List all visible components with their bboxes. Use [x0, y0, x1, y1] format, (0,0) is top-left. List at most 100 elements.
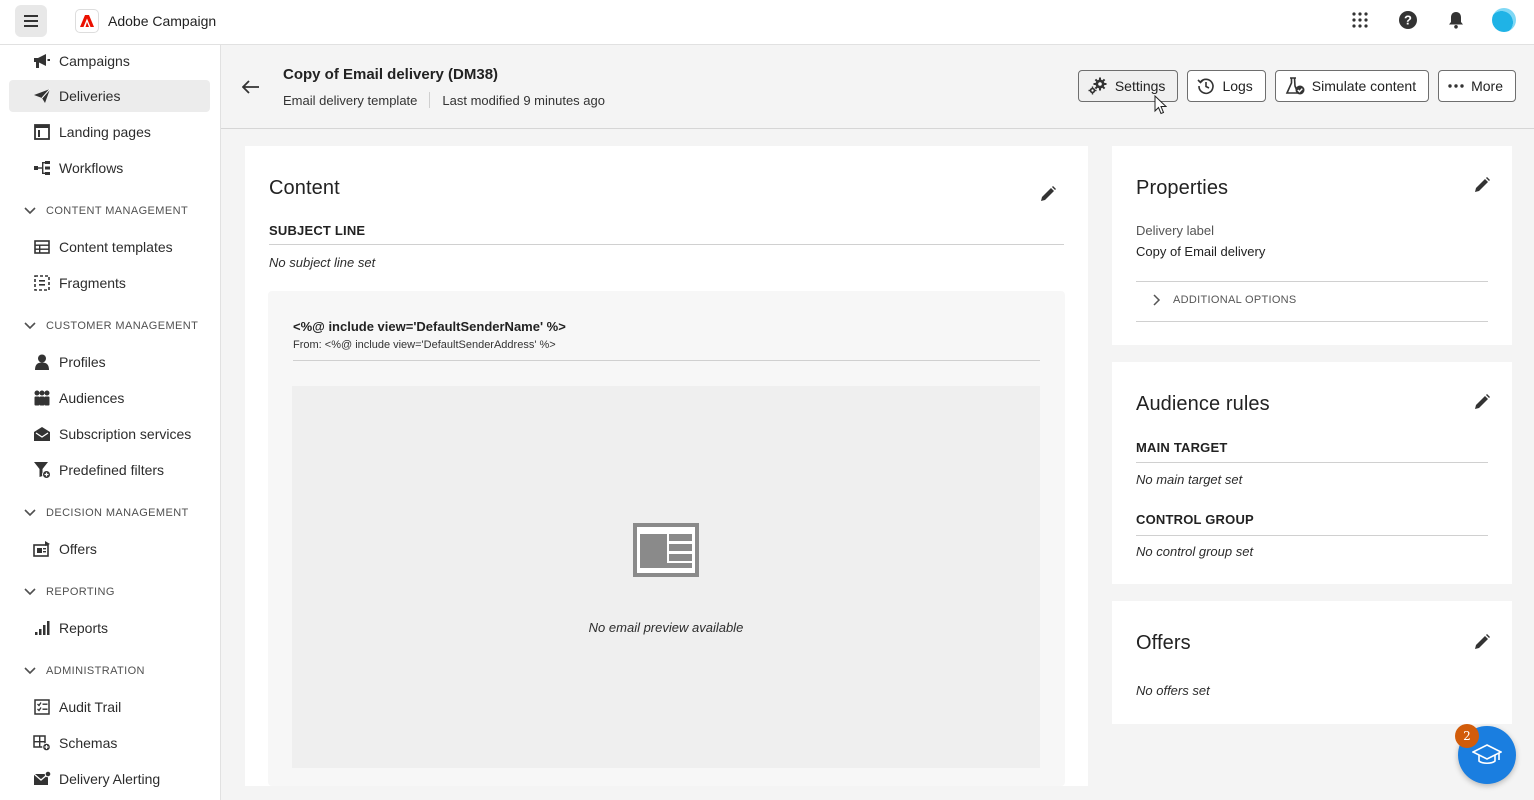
sidebar-item-workflows[interactable]: Workflows: [9, 152, 210, 184]
template-type-label: Email delivery template: [283, 92, 418, 108]
sender-from: From: <%@ include view='DefaultSenderAdd…: [293, 339, 556, 351]
control-group-value: No control group set: [1136, 544, 1254, 559]
delivery-label-caption: Delivery label: [1136, 223, 1215, 238]
sidebar-item-label: Audiences: [59, 390, 125, 406]
section-content-management[interactable]: CONTENT MANAGEMENT: [24, 202, 188, 220]
sidebar-item-label: Predefined filters: [59, 462, 165, 478]
hamburger-icon: [24, 15, 38, 27]
sidebar-item-label: Content templates: [59, 239, 173, 255]
subject-line-value: No subject line set: [269, 255, 376, 270]
chevron-down-icon: [24, 509, 36, 517]
audience-rules-card-title: Audience rules: [1136, 393, 1270, 415]
sidebar-item-label: Schemas: [59, 735, 118, 751]
beaker-check-icon: [1285, 77, 1305, 95]
arrow-left-icon: [242, 80, 259, 94]
sidebar-item-delivery-alerting[interactable]: Delivery Alerting: [9, 763, 210, 795]
divider: [1136, 321, 1488, 322]
app-switcher-icon[interactable]: [1348, 8, 1372, 32]
sidebar-item-predefined-filters[interactable]: Predefined filters: [9, 454, 210, 486]
page-header: Copy of Email delivery (DM38) Email deli…: [221, 45, 1534, 129]
properties-card-title: Properties: [1136, 177, 1229, 199]
chevron-down-icon: [24, 322, 36, 330]
more-icon: [1448, 84, 1464, 88]
chevron-right-icon: [1153, 294, 1161, 306]
hamburger-menu-button[interactable]: [15, 5, 47, 37]
sidebar-item-label: Offers: [59, 541, 97, 557]
section-administration[interactable]: ADMINISTRATION: [24, 662, 145, 680]
sidebar-item-campaigns[interactable]: Campaigns: [9, 45, 210, 77]
offers-value: No offers set: [1136, 683, 1210, 698]
last-modified-label: Last modified 9 minutes ago: [442, 92, 605, 108]
user-avatar[interactable]: [1492, 8, 1516, 32]
sidebar-item-label: Audit Trail: [59, 699, 122, 715]
chevron-down-icon: [24, 588, 36, 596]
schema-icon: [32, 733, 52, 753]
sidebar-item-label: Subscription services: [59, 426, 192, 442]
sidebar-nav: Campaigns Deliveries Landing pages Workf…: [0, 45, 221, 800]
sidebar-item-fragments[interactable]: Fragments: [9, 267, 210, 299]
adobe-logo-icon: [75, 9, 99, 33]
section-decision-management[interactable]: DECISION MANAGEMENT: [24, 504, 189, 522]
notification-bell-icon[interactable]: [1444, 8, 1468, 32]
sidebar-item-label: Fragments: [59, 275, 126, 291]
sidebar-item-deliveries[interactable]: Deliveries: [9, 80, 210, 112]
divider: [1136, 281, 1488, 282]
sidebar-item-label: Deliveries: [59, 88, 121, 104]
help-icon[interactable]: ?: [1396, 8, 1420, 32]
sidebar-item-offers[interactable]: Offers: [9, 533, 210, 565]
back-button[interactable]: [239, 75, 263, 99]
app-brand[interactable]: Adobe Campaign: [75, 9, 216, 33]
gear-icon: [1088, 77, 1107, 95]
header-actions: Settings Logs Simulate content More: [1077, 70, 1516, 102]
more-button[interactable]: More: [1438, 70, 1516, 102]
alert-mail-icon: [32, 769, 52, 789]
mouse-cursor-icon: [1154, 95, 1167, 115]
edit-audience-pencil-icon[interactable]: [1473, 393, 1491, 411]
user-icon: [32, 352, 52, 372]
template-icon: [32, 237, 52, 257]
sidebar-item-label: Reports: [59, 620, 109, 636]
main-target-label: MAIN TARGET: [1136, 440, 1228, 455]
additional-options-toggle[interactable]: ADDITIONAL OPTIONS: [1136, 294, 1297, 306]
fragment-icon: [32, 273, 52, 293]
checklist-icon: [32, 697, 52, 717]
email-layout-placeholder-icon: [633, 523, 699, 577]
no-preview-message: No email preview available: [588, 620, 744, 635]
sidebar-item-label: Landing pages: [59, 124, 151, 140]
section-customer-management[interactable]: CUSTOMER MANAGEMENT: [24, 317, 198, 335]
delivery-label-value: Copy of Email delivery: [1136, 244, 1266, 259]
edit-offers-pencil-icon[interactable]: [1473, 633, 1491, 651]
sidebar-item-schemas[interactable]: Schemas: [9, 727, 210, 759]
offers-card: Offers No offers set: [1112, 601, 1512, 724]
sidebar-item-landing-pages[interactable]: Landing pages: [9, 116, 210, 148]
page-title: Copy of Email delivery (DM38): [283, 66, 499, 83]
chevron-down-icon: [24, 667, 36, 675]
top-bar-actions: ?: [1348, 8, 1516, 32]
meta-divider: [429, 92, 431, 108]
workflow-icon: [32, 158, 52, 178]
sidebar-item-subscription-services[interactable]: Subscription services: [9, 418, 210, 450]
paper-plane-icon: [32, 86, 52, 106]
coach-notification-badge: 2: [1455, 724, 1479, 748]
bar-chart-icon: [32, 618, 52, 638]
sidebar-item-content-templates[interactable]: Content templates: [9, 231, 210, 263]
chevron-down-icon: [24, 207, 36, 215]
offers-card-title: Offers: [1136, 632, 1191, 654]
edit-properties-pencil-icon[interactable]: [1473, 176, 1491, 194]
logs-button[interactable]: Logs: [1187, 70, 1266, 102]
sidebar-item-profiles[interactable]: Profiles: [9, 346, 210, 378]
page-meta: Email delivery template Last modified 9 …: [283, 92, 605, 108]
subject-line-label: SUBJECT LINE: [269, 223, 366, 238]
envelope-icon: [32, 424, 52, 444]
control-group-label: CONTROL GROUP: [1136, 512, 1254, 527]
sidebar-item-audiences[interactable]: Audiences: [9, 382, 210, 414]
sidebar-item-audit-trail[interactable]: Audit Trail: [9, 691, 210, 723]
content-card-title: Content: [269, 177, 340, 199]
section-reporting[interactable]: REPORTING: [24, 583, 115, 601]
sidebar-item-label: Workflows: [59, 160, 124, 176]
divider: [269, 244, 1064, 245]
sidebar-item-reports[interactable]: Reports: [9, 612, 210, 644]
edit-content-pencil-icon[interactable]: [1039, 185, 1057, 203]
simulate-content-button[interactable]: Simulate content: [1274, 70, 1430, 102]
sidebar-item-label: Profiles: [59, 354, 106, 370]
